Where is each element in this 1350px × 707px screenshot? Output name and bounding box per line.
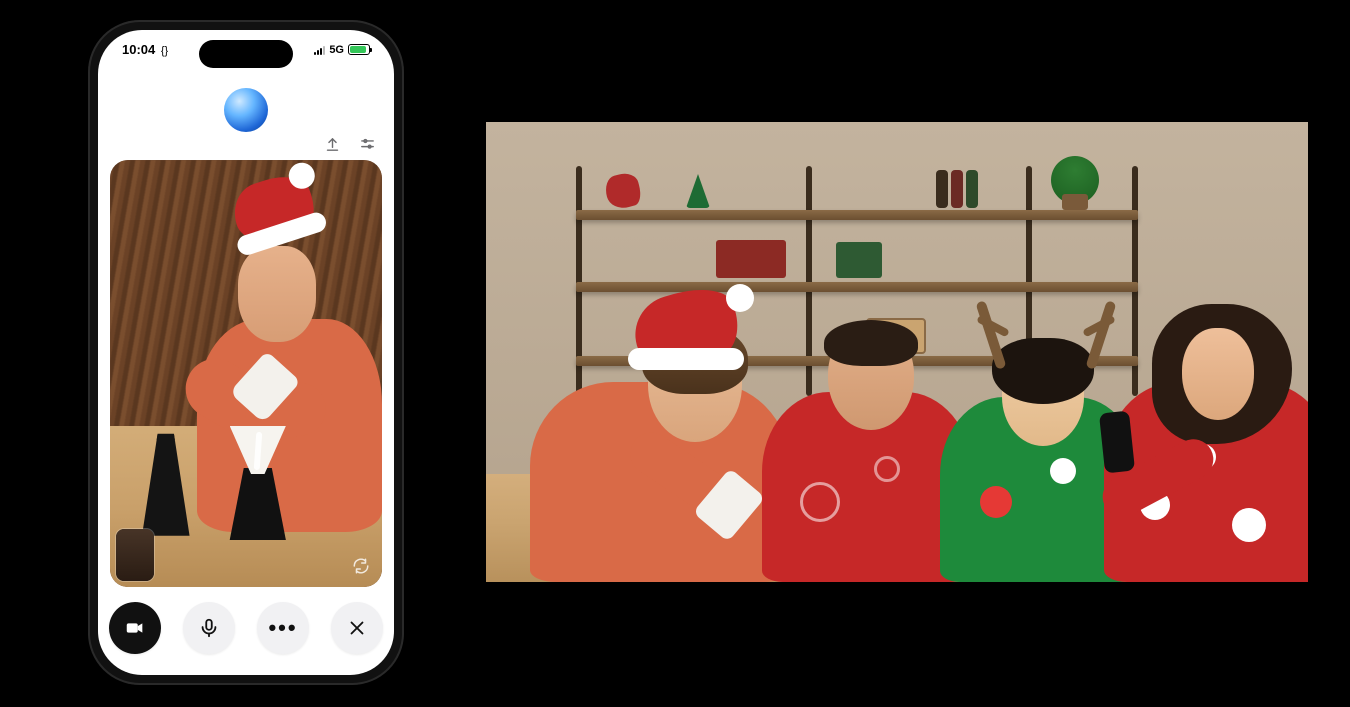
handheld-phone-icon [1099,411,1135,474]
more-button[interactable]: ••• [257,602,309,654]
book [966,170,978,208]
call-controls: ••• [98,595,394,661]
coffee-dripper-icon [219,420,297,540]
tree-icon [686,174,710,208]
network-type: 5G [329,44,344,56]
cellular-signal-icon [314,45,325,55]
book [936,170,948,208]
phone-screen: 10:04 {} 5G [98,30,394,675]
iphone-device-frame: 10:04 {} 5G [88,20,404,685]
header-actions [324,136,376,158]
avatar[interactable] [224,88,268,132]
camera-button[interactable] [109,602,161,654]
plant-pot [1062,194,1088,210]
mic-button[interactable] [183,602,235,654]
person-4 [1104,262,1308,582]
shelf [576,210,1138,220]
person-1 [530,262,790,582]
self-view-pip[interactable] [116,529,154,581]
app-header [98,78,394,142]
battery-icon [348,44,370,55]
video-feed[interactable] [110,160,382,587]
dynamic-island [199,40,293,68]
filter-icon[interactable] [359,136,376,158]
flip-camera-icon[interactable] [348,553,374,579]
wide-camera-feed [486,122,1308,582]
upload-icon[interactable] [324,136,341,158]
status-time-value: 10:04 [122,42,155,57]
status-right: 5G [314,42,370,57]
close-button[interactable] [331,602,383,654]
status-time-extra: {} [161,45,168,57]
reindeer-antlers-icon [976,280,1116,370]
book [951,170,963,208]
status-time: 10:04 {} [122,42,168,57]
